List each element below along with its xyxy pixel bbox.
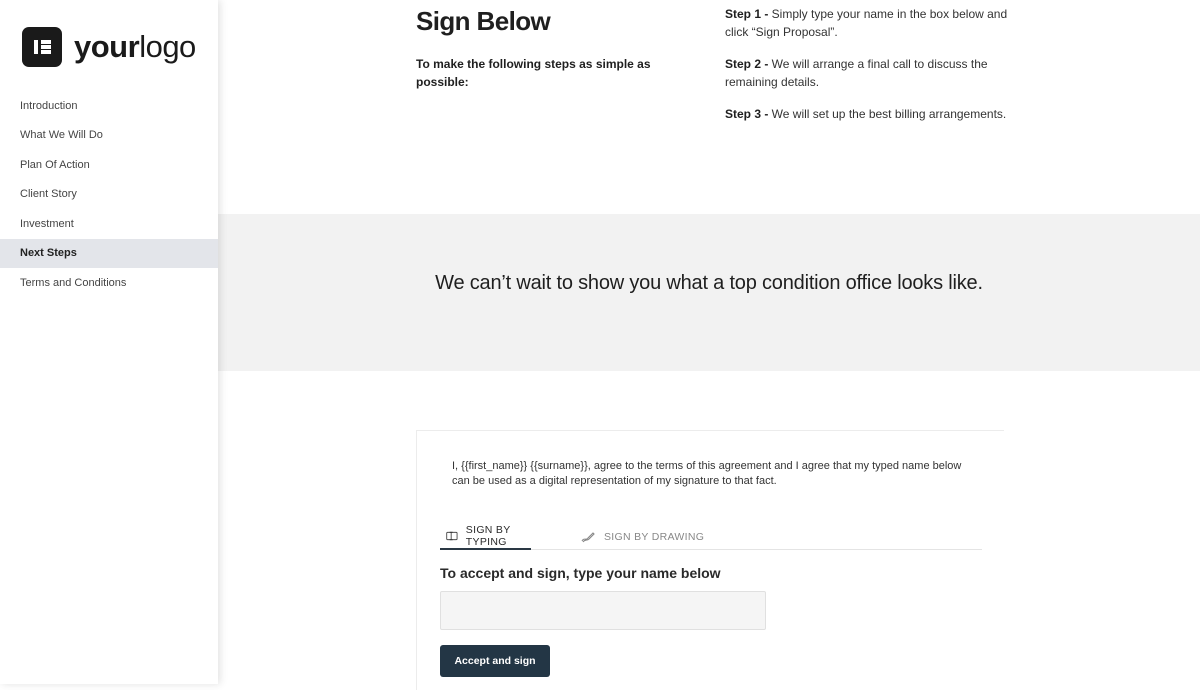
step-label: Step 1 - [725,7,769,21]
sign-below-section: Sign Below To make the following steps a… [218,0,1200,214]
step-text: Simply type your name in the box below a… [725,7,1008,39]
brand-logo[interactable]: yourlogo [22,27,196,67]
signature-tabs: SIGN BY TYPING SIGN BY DRAWING [440,523,982,550]
banner-text: We can’t wait to show you what a top con… [435,272,983,294]
nav-item-next-steps[interactable]: Next Steps [0,238,218,268]
tab-label: SIGN BY DRAWING [604,530,705,543]
accept-and-sign-button[interactable]: Accept and sign [440,645,550,677]
signature-name-input[interactable] [440,591,766,630]
sidebar: yourlogo Introduction What We Will Do Pl… [0,0,218,684]
logo-wordmark: yourlogo [74,29,196,65]
step-item: Step 2 - We will arrange a final call to… [725,56,1015,91]
step-label: Step 2 - [725,57,769,71]
keyboard-icon [446,531,458,540]
nav-item-investment[interactable]: Investment [0,209,218,239]
step-item: Step 1 - Simply type your name in the bo… [725,6,1015,41]
nav-item-what-we-will-do[interactable]: What We Will Do [0,121,218,151]
logo-text-light: logo [139,29,196,64]
section-intro: To make the following steps as simple as… [416,57,651,89]
nav-item-introduction[interactable]: Introduction [0,91,218,121]
step-item: Step 3 - We will set up the best billing… [725,106,1015,124]
tab-sign-by-typing[interactable]: SIGN BY TYPING [440,523,531,550]
step-text: We will set up the best billing arrangem… [768,107,1007,121]
tab-sign-by-drawing[interactable]: SIGN BY DRAWING [580,523,704,550]
steps-list: Step 1 - Simply type your name in the bo… [725,6,1015,139]
closing-banner: We can’t wait to show you what a top con… [218,214,1200,371]
accept-label: To accept and sign, type your name below [440,565,721,581]
section-title: Sign Below [416,6,551,36]
nav-item-terms-and-conditions[interactable]: Terms and Conditions [0,268,218,298]
pen-icon [581,531,595,542]
step-label: Step 3 - [725,107,769,121]
logo-icon [22,27,62,67]
nav-item-plan-of-action[interactable]: Plan Of Action [0,150,218,180]
nav-item-client-story[interactable]: Client Story [0,180,218,210]
agreement-text: I, {{first_name}} {{surname}}, agree to … [452,460,962,487]
logo-text-bold: your [74,29,140,64]
tab-label: SIGN BY TYPING [465,523,511,548]
signature-card: I, {{first_name}} {{surname}}, agree to … [416,430,1004,690]
section-nav: Introduction What We Will Do Plan Of Act… [0,91,218,298]
